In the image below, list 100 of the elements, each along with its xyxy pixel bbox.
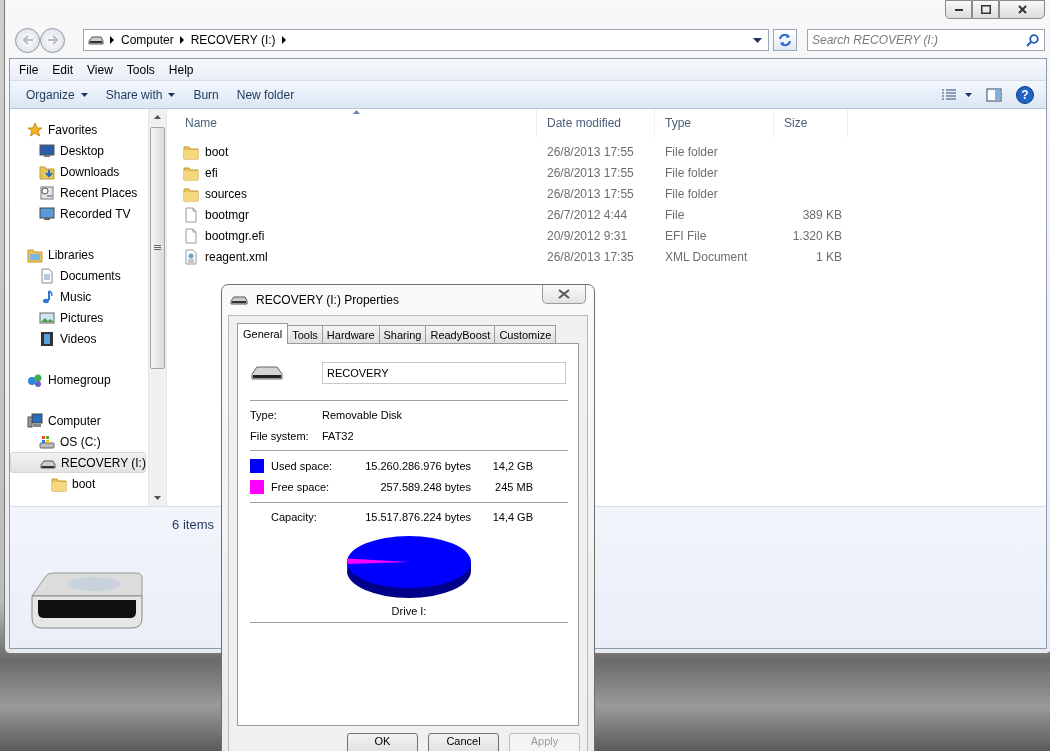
nav-item[interactable]: OS (C:) bbox=[10, 431, 146, 452]
close-icon bbox=[558, 289, 570, 299]
file-name-cell[interactable]: efi bbox=[175, 164, 537, 181]
recent-places-icon bbox=[39, 184, 55, 201]
file-name[interactable]: bootmgr.efi bbox=[205, 228, 265, 243]
field-label: Used space: bbox=[271, 460, 334, 472]
back-button[interactable] bbox=[15, 27, 40, 53]
table-cell-text: 26/8/2013 17:35 bbox=[546, 249, 635, 264]
toolbar-button[interactable]: Burn bbox=[185, 84, 227, 105]
nav-item[interactable]: boot bbox=[10, 473, 146, 494]
menu-item[interactable]: Edit bbox=[45, 62, 81, 77]
table-cell-text: 20/9/2012 9:31 bbox=[546, 228, 629, 243]
chart-label: Drive I: bbox=[390, 604, 428, 619]
table-cell-text: 26/8/2013 17:55 bbox=[546, 165, 635, 180]
tab[interactable]: General bbox=[237, 323, 289, 344]
dialog-button[interactable]: Cancel bbox=[428, 733, 499, 751]
nav-item[interactable]: Desktop bbox=[10, 140, 146, 161]
file-name[interactable]: bootmgr bbox=[205, 207, 250, 222]
xml-file-icon bbox=[183, 248, 199, 265]
address-bar[interactable]: Computer RECOVERY (I:) bbox=[83, 29, 769, 51]
minimize-button[interactable] bbox=[945, 0, 972, 19]
table-cell-text: File folder bbox=[664, 144, 719, 159]
nav-item[interactable]: Downloads bbox=[10, 161, 146, 182]
scrollbar-thumb[interactable] bbox=[150, 127, 165, 369]
windows-drive-icon bbox=[39, 433, 55, 450]
table-cell-text: 389 KB bbox=[801, 207, 843, 222]
refresh-button[interactable] bbox=[773, 29, 797, 51]
table-cell-text: EFI File bbox=[664, 228, 708, 243]
file-name-cell[interactable]: reagent.xml bbox=[175, 248, 537, 265]
table-cell-text: 26/8/2013 17:55 bbox=[546, 186, 635, 201]
close-icon bbox=[1017, 5, 1027, 14]
table-cell-text: 1 KB bbox=[815, 249, 843, 264]
table-cell-text: 26/7/2012 4:44 bbox=[546, 207, 629, 222]
computer-icon bbox=[27, 412, 43, 429]
field-value: 14,4 GB bbox=[491, 511, 533, 523]
tab[interactable]: ReadyBoost bbox=[425, 325, 496, 343]
field-value: 257.589.248 bytes bbox=[379, 481, 471, 493]
menu-item[interactable]: File bbox=[12, 62, 46, 77]
document-icon bbox=[183, 227, 199, 244]
scrollbar[interactable] bbox=[148, 109, 166, 506]
file-name[interactable]: efi bbox=[205, 165, 218, 180]
field-label: Capacity: bbox=[271, 511, 318, 523]
nav-item[interactable]: Documents bbox=[10, 265, 146, 286]
tab[interactable]: Sharing bbox=[378, 325, 427, 343]
item-count: 6 items bbox=[172, 517, 214, 532]
file-name-cell[interactable]: bootmgr.efi bbox=[175, 227, 537, 244]
dialog-button[interactable]: OK bbox=[347, 733, 418, 751]
breadcrumb-item[interactable]: Computer bbox=[121, 33, 174, 47]
drive-icon bbox=[230, 295, 248, 305]
maximize-button[interactable] bbox=[972, 0, 999, 19]
menu-item[interactable]: Help bbox=[161, 62, 201, 77]
search-field[interactable]: Search RECOVERY (I:) bbox=[807, 29, 1045, 51]
field-value: 15.260.286.976 bytes bbox=[364, 460, 471, 472]
column-header[interactable]: Size bbox=[774, 109, 848, 137]
toolbar-button[interactable]: Share with bbox=[97, 84, 184, 105]
close-button[interactable] bbox=[999, 0, 1045, 19]
field-value: 15.517.876.224 bytes bbox=[364, 511, 471, 523]
film-strip-icon bbox=[39, 330, 55, 347]
forward-button[interactable] bbox=[40, 27, 65, 53]
library-folder-icon bbox=[27, 246, 43, 263]
toolbar-button[interactable]: Organize bbox=[18, 84, 96, 105]
breadcrumb-item[interactable]: RECOVERY (I:) bbox=[190, 33, 276, 47]
toolbar-button[interactable]: New folder bbox=[228, 84, 303, 105]
nav-item[interactable]: Libraries bbox=[10, 244, 146, 265]
tab[interactable]: Customize bbox=[494, 325, 557, 343]
nav-item[interactable]: Homegroup bbox=[10, 369, 146, 390]
menu-item[interactable]: View bbox=[80, 62, 120, 77]
column-header[interactable]: Type bbox=[655, 109, 774, 137]
file-name[interactable]: reagent.xml bbox=[205, 249, 268, 264]
nav-item[interactable]: Recent Places bbox=[10, 182, 146, 203]
nav-item[interactable]: Computer bbox=[10, 410, 146, 431]
menu-item[interactable]: Tools bbox=[119, 62, 162, 77]
volume-label-field[interactable]: RECOVERY bbox=[322, 362, 566, 384]
close-button[interactable] bbox=[542, 285, 586, 304]
nav-item[interactable]: Recorded TV bbox=[10, 203, 146, 224]
column-header[interactable]: Date modified bbox=[537, 109, 655, 137]
tab[interactable]: Tools bbox=[287, 325, 323, 343]
table-cell-text: File folder bbox=[664, 186, 719, 201]
nav-item[interactable]: RECOVERY (I:) bbox=[10, 452, 146, 473]
details-view-icon bbox=[941, 88, 957, 101]
nav-item[interactable]: Favorites bbox=[10, 119, 146, 140]
field-value: FAT32 bbox=[322, 430, 355, 442]
tab[interactable]: Hardware bbox=[321, 325, 380, 343]
field-value: 245 MB bbox=[494, 481, 533, 493]
search-icon bbox=[1026, 34, 1039, 47]
maximize-icon bbox=[980, 5, 991, 14]
help-button[interactable]: ? bbox=[1010, 82, 1040, 107]
file-name-cell[interactable]: bootmgr bbox=[175, 206, 537, 223]
nav-item[interactable]: Music bbox=[10, 286, 146, 307]
file-name-cell[interactable]: boot bbox=[175, 143, 537, 160]
file-name-cell[interactable]: sources bbox=[175, 185, 537, 202]
file-name[interactable]: sources bbox=[205, 186, 248, 201]
nav-item[interactable]: Pictures bbox=[10, 307, 146, 328]
table-cell-text: File bbox=[664, 207, 686, 222]
refresh-icon bbox=[778, 33, 792, 47]
chevron-icon bbox=[110, 36, 115, 44]
field-value: Removable Disk bbox=[322, 409, 404, 421]
file-name[interactable]: boot bbox=[205, 144, 229, 159]
nav-item[interactable]: Videos bbox=[10, 328, 146, 349]
column-header[interactable]: Name bbox=[175, 109, 537, 137]
